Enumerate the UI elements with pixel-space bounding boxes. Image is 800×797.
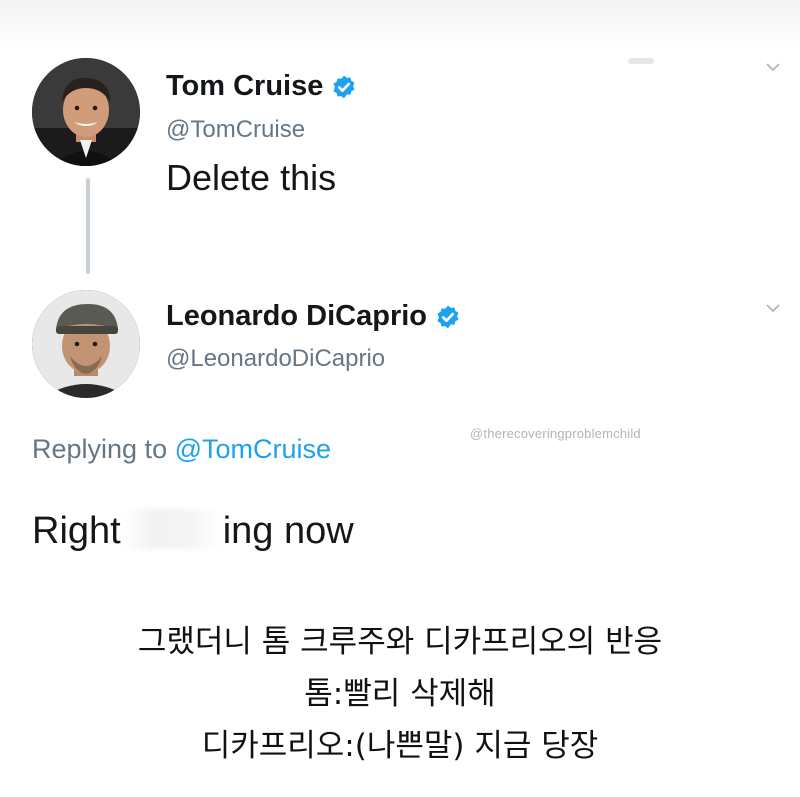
tweet2-text-end: ing now: [222, 510, 354, 552]
tweet1-name-text: Tom Cruise: [166, 70, 324, 102]
tweet2-name-text: Leonardo DiCaprio: [166, 300, 428, 332]
verified-badge-icon: [333, 75, 355, 98]
tweet1-handle[interactable]: @TomCruise: [166, 116, 305, 144]
tweet2-text-start: Right: [32, 510, 121, 552]
tweet2-text: Right ing now: [32, 503, 354, 553]
watermark: @therecoveringproblemchild: [470, 426, 641, 441]
avatar-leonardo-dicaprio[interactable]: [32, 290, 140, 398]
screenshot-edge: [0, 0, 800, 50]
tweet1-author-name[interactable]: Tom Cruise: [166, 70, 357, 103]
tweet2-handle[interactable]: @LeonardoDiCaprio: [166, 345, 385, 373]
caption-line-2: 톰:빨리 삭제해: [304, 676, 496, 712]
tweet1-text: Delete this: [166, 157, 337, 198]
caption-line-1: 그랬더니 톰 크루주와 디카프리오의 반응: [137, 624, 663, 660]
caption-line-3: 디카프리오:(나쁜말) 지금 당장: [201, 728, 599, 764]
menu-hint: [628, 58, 654, 64]
avatar-tom-cruise[interactable]: [32, 58, 140, 166]
thread-connector-line: [86, 178, 90, 274]
verified-badge-icon: [437, 305, 459, 328]
censor-blur: [122, 509, 221, 549]
chevron-down-icon[interactable]: [766, 62, 780, 76]
chevron-down-icon[interactable]: [766, 303, 780, 317]
tweet2-author-name[interactable]: Leonardo DiCaprio: [166, 300, 461, 333]
replying-prefix: Replying to: [32, 434, 175, 464]
replying-mention-link[interactable]: @TomCruise: [175, 434, 331, 464]
replying-to-line: Replying to @TomCruise: [32, 434, 331, 465]
